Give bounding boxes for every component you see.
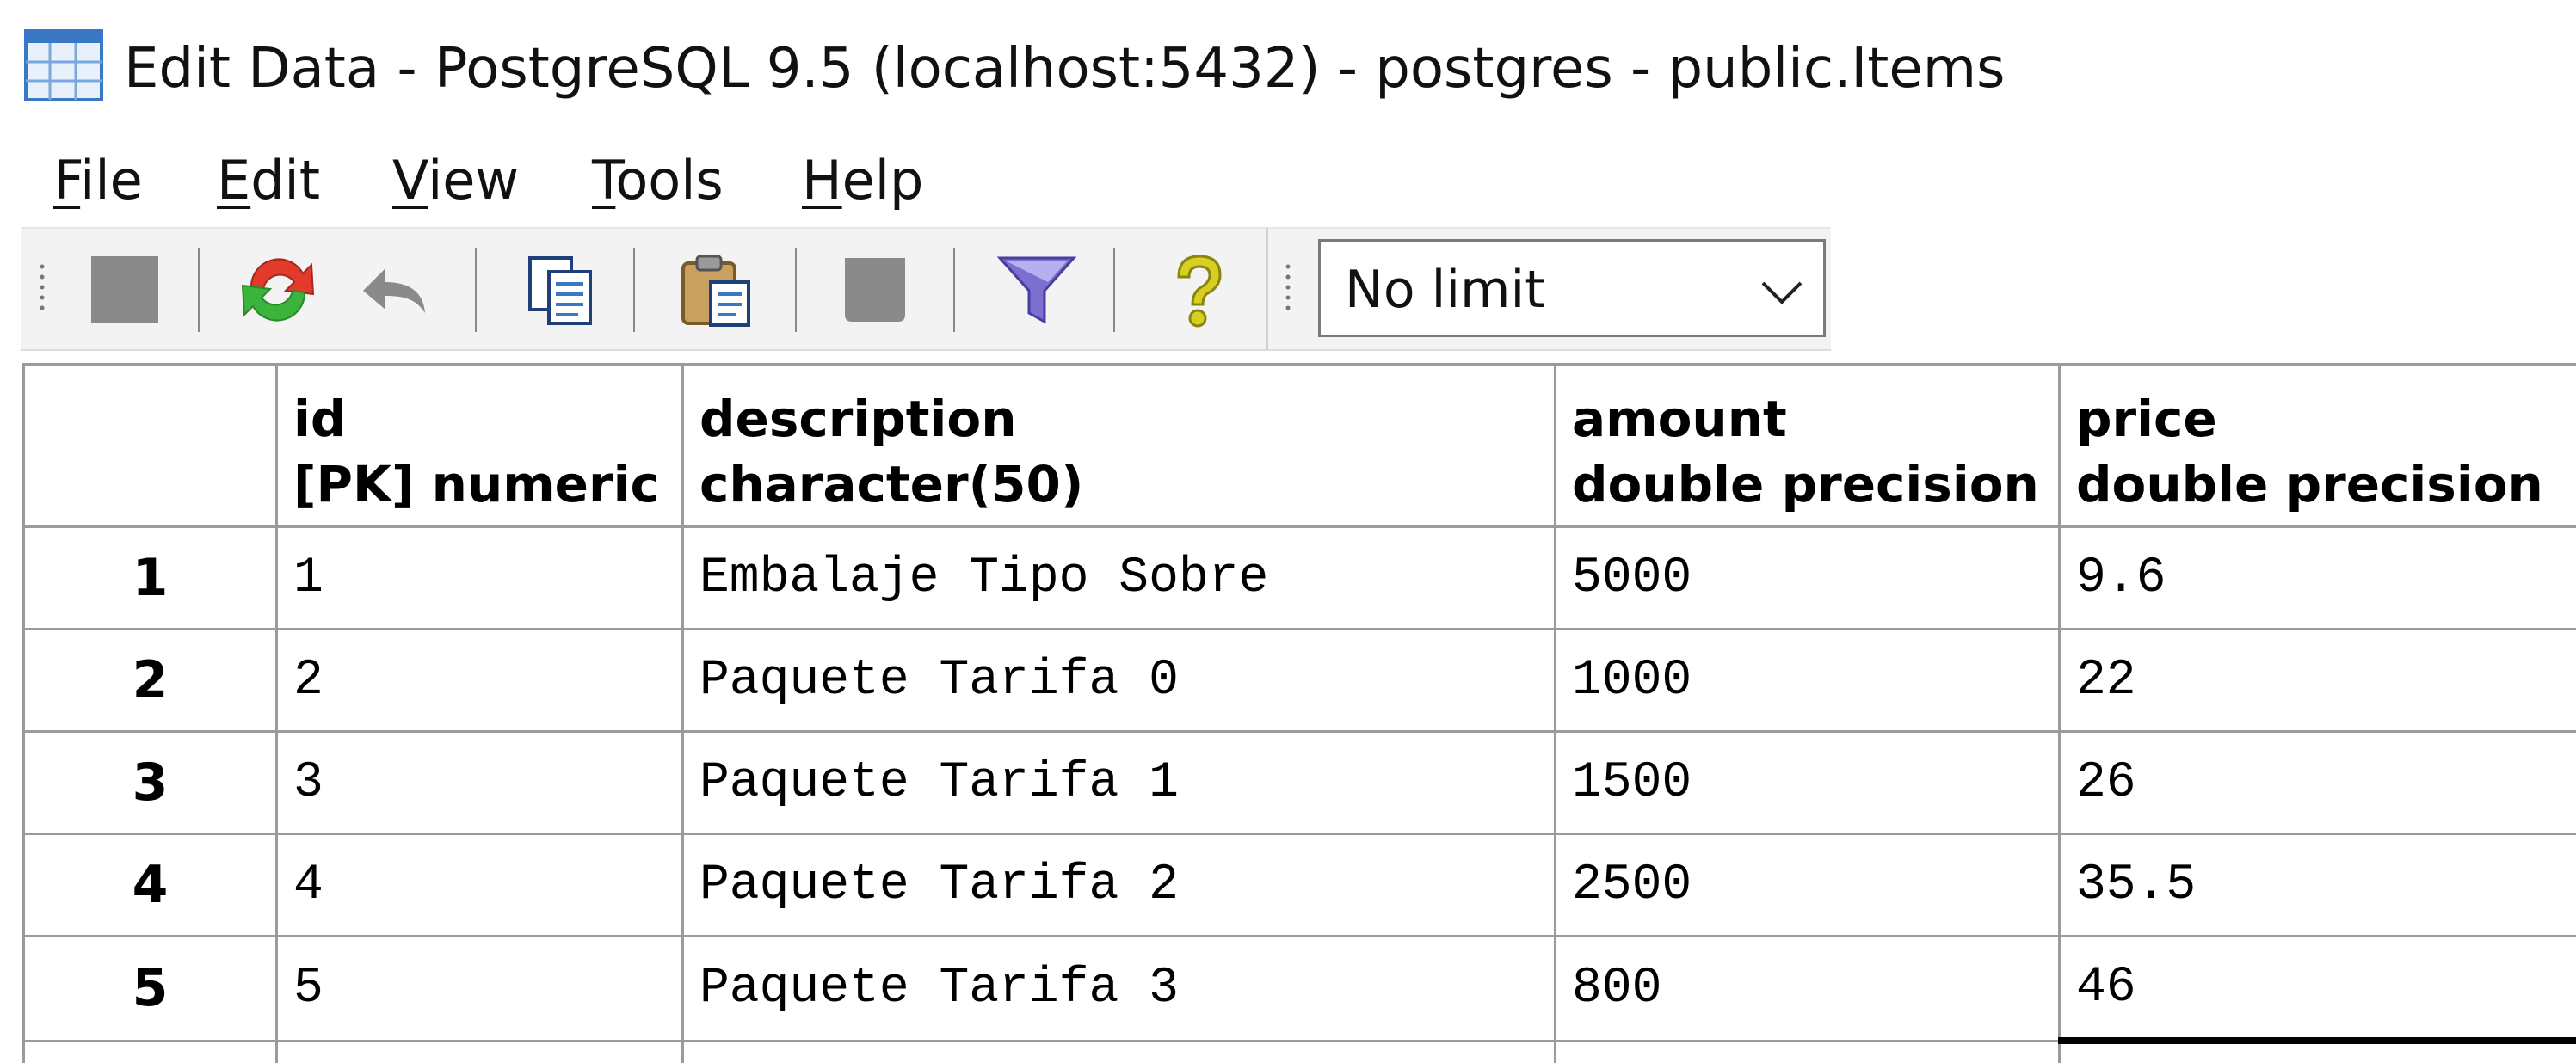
table-grid-icon: [24, 29, 103, 101]
row-number[interactable]: 3: [22, 730, 278, 835]
cell-description[interactable]: Embalaje Tipo Sobre: [681, 525, 1556, 630]
cell-description[interactable]: Paquete Tarifa 2: [681, 833, 1556, 937]
help-button[interactable]: [1156, 248, 1241, 332]
toolbar-separator: [198, 248, 200, 332]
row-number[interactable]: 5: [22, 935, 278, 1042]
cell-amount[interactable]: 800: [1554, 935, 2061, 1042]
cell-description[interactable]: Paquete Tarifa 1: [681, 730, 1556, 835]
copy-icon: [528, 256, 592, 325]
cell-id[interactable]: 2: [275, 628, 684, 733]
save-button[interactable]: [83, 248, 167, 332]
cell-amount[interactable]: [1554, 1039, 2061, 1063]
column-header-amount[interactable]: amount double precision: [1554, 363, 2061, 528]
cell-id[interactable]: 5: [275, 935, 684, 1042]
menu-bar: File Edit View Tools Help: [0, 138, 2576, 224]
delete-button[interactable]: [833, 248, 917, 332]
table-row: 3 3 Paquete Tarifa 1 1500 26: [22, 730, 2576, 835]
toolbar-separator: [633, 248, 635, 332]
title-bar: Edit Data - PostgreSQL 9.5 (localhost:54…: [0, 0, 2576, 138]
table-row: 4 4 Paquete Tarifa 2 2500 35.5: [22, 833, 2576, 937]
menu-view[interactable]: View: [392, 144, 519, 217]
row-number[interactable]: 2: [22, 628, 278, 733]
window-title: Edit Data - PostgreSQL 9.5 (localhost:54…: [124, 37, 2006, 101]
toolbar-separator: [795, 248, 797, 332]
toolbar-grip[interactable]: [1284, 261, 1292, 316]
cell-amount[interactable]: 1000: [1554, 628, 2061, 733]
row-number-header[interactable]: [22, 363, 278, 528]
cell-id[interactable]: 3: [275, 730, 684, 835]
cell-price[interactable]: 46: [2058, 935, 2576, 1044]
toolbar-separator: [953, 248, 955, 332]
menu-help[interactable]: Help: [802, 144, 923, 217]
undo-button[interactable]: [351, 248, 435, 332]
cell-amount[interactable]: 2500: [1554, 833, 2061, 937]
cell-id[interactable]: [275, 1039, 684, 1063]
cell-description[interactable]: Paquete Tarifa 3: [681, 935, 1556, 1042]
toolbar: [21, 227, 1266, 351]
menu-edit[interactable]: Edit: [217, 144, 320, 217]
toolbar-grip[interactable]: [38, 261, 46, 316]
table-row: 5 5 Paquete Tarifa 3 800 46: [22, 935, 2576, 1044]
table-row: 2 2 Paquete Tarifa 0 1000 22: [22, 628, 2576, 733]
cell-price[interactable]: 26: [2058, 730, 2576, 835]
table-row: 1 1 Embalaje Tipo Sobre 5000 9.6: [22, 525, 2576, 630]
toolbar-separator: [1113, 248, 1115, 332]
row-number[interactable]: 1: [22, 525, 278, 630]
row-limit-select[interactable]: No limit: [1318, 239, 1826, 337]
column-header-price[interactable]: price double precision: [2058, 363, 2576, 528]
cell-price[interactable]: 35.5: [2058, 833, 2576, 937]
cell-price[interactable]: 22: [2058, 628, 2576, 733]
paste-icon: [681, 255, 750, 327]
chevron-down-icon[interactable]: [1758, 267, 1806, 316]
help-icon: [1177, 255, 1222, 328]
menu-tools[interactable]: Tools: [592, 144, 724, 217]
table-row-empty: [22, 1039, 2576, 1063]
data-grid: id [PK] numeric description character(50) …: [22, 363, 2576, 1063]
save-icon: [91, 256, 158, 323]
cell-description[interactable]: [681, 1039, 1556, 1063]
menu-file[interactable]: File: [53, 144, 143, 217]
cell-price[interactable]: 9.6: [2058, 525, 2576, 630]
copy-button[interactable]: [518, 248, 602, 332]
row-limit-value: No limit: [1345, 260, 1545, 320]
row-number[interactable]: 4: [22, 833, 278, 937]
refresh-button[interactable]: [236, 248, 320, 332]
cell-id[interactable]: 1: [275, 525, 684, 630]
refresh-icon: [241, 258, 315, 322]
toolbar-separator: [475, 248, 477, 332]
paste-button[interactable]: [675, 248, 759, 332]
delete-icon: [845, 258, 905, 322]
cell-description[interactable]: Paquete Tarifa 0: [681, 628, 1556, 733]
undo-icon: [363, 268, 425, 313]
cell-id[interactable]: 4: [275, 833, 684, 937]
cell-amount[interactable]: 5000: [1554, 525, 2061, 630]
column-header-description[interactable]: description character(50): [681, 363, 1556, 528]
cell-price[interactable]: [2058, 1039, 2576, 1063]
cell-amount[interactable]: 1500: [1554, 730, 2061, 835]
row-number[interactable]: [22, 1039, 278, 1063]
limit-toolbar: No limit: [1266, 227, 1831, 351]
filter-button[interactable]: [995, 248, 1079, 332]
column-header-id[interactable]: id [PK] numeric: [275, 363, 684, 528]
grid-header-row: id [PK] numeric description character(50) …: [22, 363, 2576, 528]
filter-icon: [996, 256, 1077, 324]
